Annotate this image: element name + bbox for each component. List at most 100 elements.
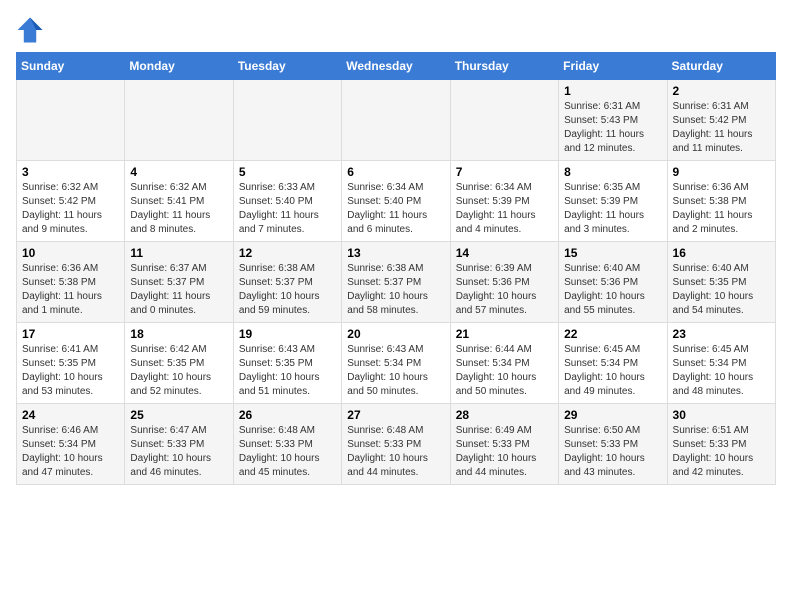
day-info: Sunrise: 6:45 AM Sunset: 5:34 PM Dayligh… xyxy=(564,343,661,399)
day-number: 16 xyxy=(673,246,770,260)
calendar-week-row: 24 Sunrise: 6:46 AM Sunset: 5:34 PM Dayli… xyxy=(17,404,776,485)
day-info: Sunrise: 6:33 AM Sunset: 5:40 PM Dayligh… xyxy=(239,181,336,237)
calendar-cell: 27 Sunrise: 6:48 AM Sunset: 5:33 PM Dayli… xyxy=(342,404,450,485)
day-info: Sunrise: 6:38 AM Sunset: 5:37 PM Dayligh… xyxy=(347,262,444,318)
day-info: Sunrise: 6:43 AM Sunset: 5:34 PM Dayligh… xyxy=(347,343,444,399)
day-info: Sunrise: 6:36 AM Sunset: 5:38 PM Dayligh… xyxy=(673,181,770,237)
calendar-cell: 21 Sunrise: 6:44 AM Sunset: 5:34 PM Dayli… xyxy=(450,323,558,404)
day-info: Sunrise: 6:42 AM Sunset: 5:35 PM Dayligh… xyxy=(130,343,227,399)
day-info: Sunrise: 6:51 AM Sunset: 5:33 PM Dayligh… xyxy=(673,424,770,480)
day-number: 23 xyxy=(673,327,770,341)
day-info: Sunrise: 6:50 AM Sunset: 5:33 PM Dayligh… xyxy=(564,424,661,480)
day-info: Sunrise: 6:34 AM Sunset: 5:40 PM Dayligh… xyxy=(347,181,444,237)
header-wednesday: Wednesday xyxy=(342,53,450,80)
calendar-cell xyxy=(450,80,558,161)
day-info: Sunrise: 6:36 AM Sunset: 5:38 PM Dayligh… xyxy=(22,262,119,318)
calendar-cell: 23 Sunrise: 6:45 AM Sunset: 5:34 PM Dayli… xyxy=(667,323,775,404)
day-info: Sunrise: 6:31 AM Sunset: 5:43 PM Dayligh… xyxy=(564,100,661,156)
day-info: Sunrise: 6:49 AM Sunset: 5:33 PM Dayligh… xyxy=(456,424,553,480)
calendar-table: Sunday Monday Tuesday Wednesday Thursday… xyxy=(16,52,776,485)
day-number: 21 xyxy=(456,327,553,341)
logo-icon xyxy=(16,16,44,44)
calendar-cell: 5 Sunrise: 6:33 AM Sunset: 5:40 PM Daylig… xyxy=(233,161,341,242)
day-number: 8 xyxy=(564,165,661,179)
day-number: 6 xyxy=(347,165,444,179)
day-number: 18 xyxy=(130,327,227,341)
calendar-cell: 8 Sunrise: 6:35 AM Sunset: 5:39 PM Daylig… xyxy=(559,161,667,242)
day-info: Sunrise: 6:45 AM Sunset: 5:34 PM Dayligh… xyxy=(673,343,770,399)
day-number: 27 xyxy=(347,408,444,422)
calendar-cell xyxy=(125,80,233,161)
weekday-header-row: Sunday Monday Tuesday Wednesday Thursday… xyxy=(17,53,776,80)
day-info: Sunrise: 6:39 AM Sunset: 5:36 PM Dayligh… xyxy=(456,262,553,318)
calendar-cell: 19 Sunrise: 6:43 AM Sunset: 5:35 PM Dayli… xyxy=(233,323,341,404)
calendar-cell: 24 Sunrise: 6:46 AM Sunset: 5:34 PM Dayli… xyxy=(17,404,125,485)
day-number: 7 xyxy=(456,165,553,179)
calendar-cell: 30 Sunrise: 6:51 AM Sunset: 5:33 PM Dayli… xyxy=(667,404,775,485)
day-number: 17 xyxy=(22,327,119,341)
day-info: Sunrise: 6:35 AM Sunset: 5:39 PM Dayligh… xyxy=(564,181,661,237)
calendar-cell: 26Sunrise: 6:48 AM Sunset: 5:33 PM Dayli… xyxy=(233,404,341,485)
day-number: 12 xyxy=(239,246,336,260)
calendar-cell: 9 Sunrise: 6:36 AM Sunset: 5:38 PM Daylig… xyxy=(667,161,775,242)
day-number: 22 xyxy=(564,327,661,341)
day-info: Sunrise: 6:48 AM Sunset: 5:33 PM Dayligh… xyxy=(347,424,444,480)
day-number: 19 xyxy=(239,327,336,341)
day-number: 13 xyxy=(347,246,444,260)
calendar-cell: 22 Sunrise: 6:45 AM Sunset: 5:34 PM Dayli… xyxy=(559,323,667,404)
day-number: 2 xyxy=(673,84,770,98)
calendar-cell: 11 Sunrise: 6:37 AM Sunset: 5:37 PM Dayli… xyxy=(125,242,233,323)
day-info: Sunrise: 6:32 AM Sunset: 5:42 PM Dayligh… xyxy=(22,181,119,237)
calendar-week-row: 10Sunrise: 6:36 AM Sunset: 5:38 PM Dayli… xyxy=(17,242,776,323)
calendar-cell: 12 Sunrise: 6:38 AM Sunset: 5:37 PM Dayli… xyxy=(233,242,341,323)
header-sunday: Sunday xyxy=(17,53,125,80)
calendar-cell xyxy=(342,80,450,161)
calendar-cell: 14 Sunrise: 6:39 AM Sunset: 5:36 PM Dayli… xyxy=(450,242,558,323)
day-info: Sunrise: 6:47 AM Sunset: 5:33 PM Dayligh… xyxy=(130,424,227,480)
day-info: Sunrise: 6:34 AM Sunset: 5:39 PM Dayligh… xyxy=(456,181,553,237)
calendar-cell: 3 Sunrise: 6:32 AM Sunset: 5:42 PM Daylig… xyxy=(17,161,125,242)
page-header xyxy=(16,16,776,44)
day-number: 1 xyxy=(564,84,661,98)
day-info: Sunrise: 6:41 AM Sunset: 5:35 PM Dayligh… xyxy=(22,343,119,399)
header-monday: Monday xyxy=(125,53,233,80)
logo xyxy=(16,16,48,44)
day-info: Sunrise: 6:43 AM Sunset: 5:35 PM Dayligh… xyxy=(239,343,336,399)
day-number: 9 xyxy=(673,165,770,179)
calendar-cell: 16 Sunrise: 6:40 AM Sunset: 5:35 PM Dayli… xyxy=(667,242,775,323)
day-info: Sunrise: 6:48 AM Sunset: 5:33 PM Dayligh… xyxy=(239,424,336,480)
day-info: Sunrise: 6:46 AM Sunset: 5:34 PM Dayligh… xyxy=(22,424,119,480)
calendar-cell: 15Sunrise: 6:40 AM Sunset: 5:36 PM Dayli… xyxy=(559,242,667,323)
calendar-cell: 25 Sunrise: 6:47 AM Sunset: 5:33 PM Dayli… xyxy=(125,404,233,485)
day-number: 15 xyxy=(564,246,661,260)
day-info: Sunrise: 6:44 AM Sunset: 5:34 PM Dayligh… xyxy=(456,343,553,399)
day-info: Sunrise: 6:32 AM Sunset: 5:41 PM Dayligh… xyxy=(130,181,227,237)
day-number: 14 xyxy=(456,246,553,260)
calendar-cell: 18 Sunrise: 6:42 AM Sunset: 5:35 PM Dayli… xyxy=(125,323,233,404)
calendar-cell xyxy=(233,80,341,161)
day-number: 25 xyxy=(130,408,227,422)
day-info: Sunrise: 6:31 AM Sunset: 5:42 PM Dayligh… xyxy=(673,100,770,156)
calendar-week-row: 17 Sunrise: 6:41 AM Sunset: 5:35 PM Dayli… xyxy=(17,323,776,404)
day-number: 5 xyxy=(239,165,336,179)
calendar-cell: 2 Sunrise: 6:31 AM Sunset: 5:42 PM Daylig… xyxy=(667,80,775,161)
calendar-cell xyxy=(17,80,125,161)
calendar-cell: 28Sunrise: 6:49 AM Sunset: 5:33 PM Dayli… xyxy=(450,404,558,485)
header-saturday: Saturday xyxy=(667,53,775,80)
calendar-cell: 6 Sunrise: 6:34 AM Sunset: 5:40 PM Daylig… xyxy=(342,161,450,242)
calendar-cell: 20Sunrise: 6:43 AM Sunset: 5:34 PM Dayli… xyxy=(342,323,450,404)
header-friday: Friday xyxy=(559,53,667,80)
calendar-cell: 29Sunrise: 6:50 AM Sunset: 5:33 PM Dayli… xyxy=(559,404,667,485)
day-number: 3 xyxy=(22,165,119,179)
day-number: 11 xyxy=(130,246,227,260)
calendar-week-row: 1 Sunrise: 6:31 AM Sunset: 5:43 PM Daylig… xyxy=(17,80,776,161)
calendar-cell: 1 Sunrise: 6:31 AM Sunset: 5:43 PM Daylig… xyxy=(559,80,667,161)
day-number: 30 xyxy=(673,408,770,422)
day-info: Sunrise: 6:37 AM Sunset: 5:37 PM Dayligh… xyxy=(130,262,227,318)
day-info: Sunrise: 6:40 AM Sunset: 5:35 PM Dayligh… xyxy=(673,262,770,318)
day-info: Sunrise: 6:38 AM Sunset: 5:37 PM Dayligh… xyxy=(239,262,336,318)
calendar-cell: 10Sunrise: 6:36 AM Sunset: 5:38 PM Dayli… xyxy=(17,242,125,323)
calendar-cell: 17 Sunrise: 6:41 AM Sunset: 5:35 PM Dayli… xyxy=(17,323,125,404)
day-number: 24 xyxy=(22,408,119,422)
header-tuesday: Tuesday xyxy=(233,53,341,80)
